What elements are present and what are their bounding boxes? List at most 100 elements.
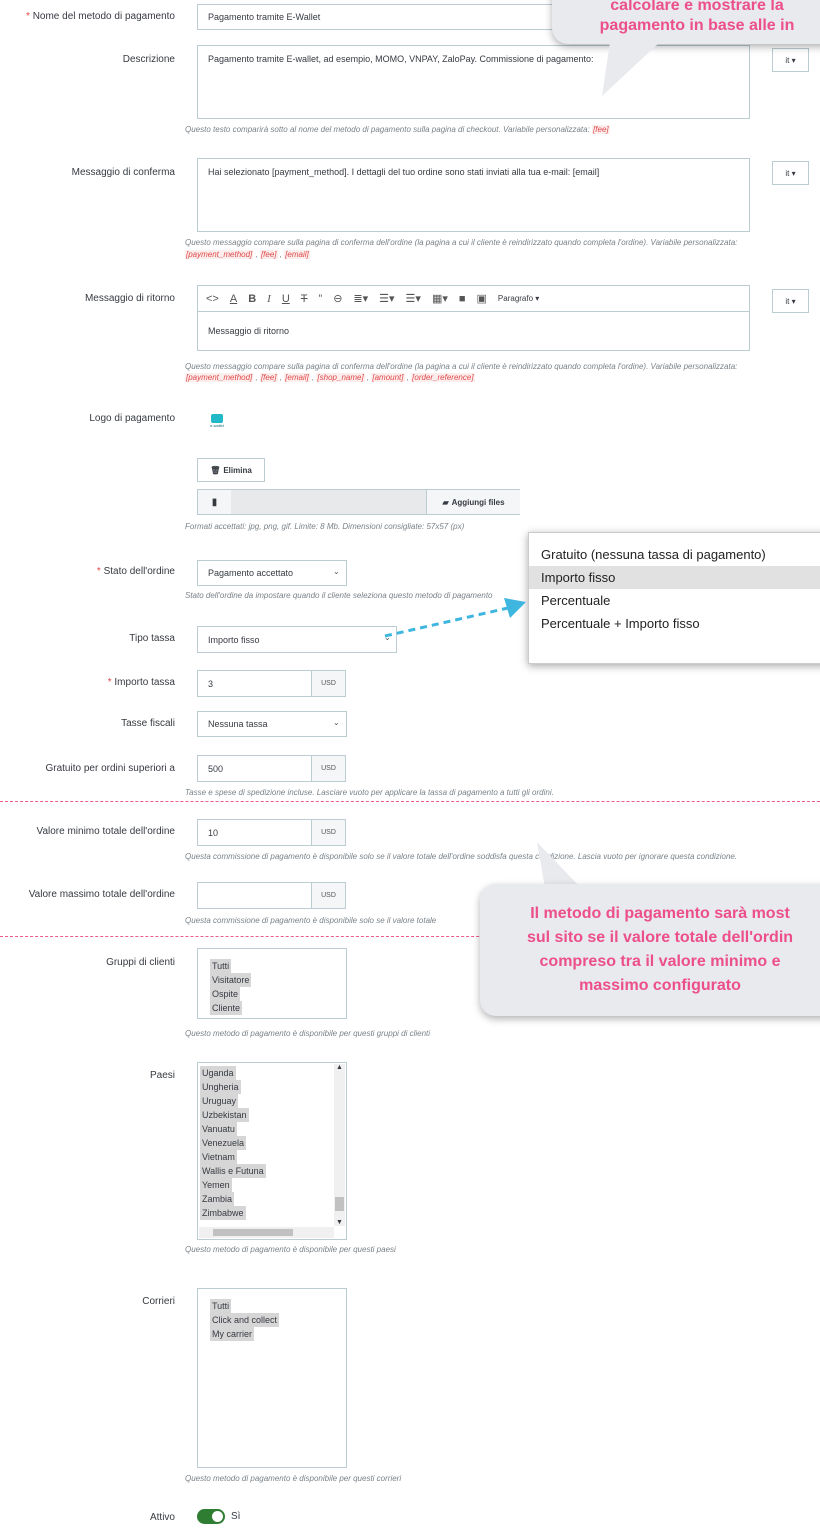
highlight-divider-top <box>0 801 820 802</box>
delete-logo-button[interactable]: 🗑 Elimina <box>197 458 265 482</box>
list-item[interactable]: Visitatore <box>210 973 252 987</box>
logo-label: Logo di pagamento <box>89 413 175 424</box>
list-item[interactable]: Uruguay <box>200 1094 239 1108</box>
list-item[interactable]: Venezuela <box>200 1136 247 1150</box>
fee-type-dropdown: Gratuito (nessuna tassa di pagamento) Im… <box>528 532 820 664</box>
description-help: Questo testo comparirà sotto al nome del… <box>185 125 610 134</box>
name-input[interactable]: Pagamento tramite E-Wallet <box>197 4 592 30</box>
payment-logo: e-wallet <box>209 414 225 430</box>
list-item[interactable]: Cliente <box>210 1001 243 1015</box>
image-icon[interactable]: ■ <box>459 293 466 305</box>
callout-bottom: Il metodo di pagamento sarà most sul sit… <box>480 884 820 1016</box>
carriers-list[interactable]: Tutti Click and collect My carrier <box>197 1288 347 1468</box>
table-icon[interactable]: ▦▾ <box>432 292 448 305</box>
list-item[interactable]: Vietnam <box>200 1150 237 1164</box>
italic-icon[interactable]: I <box>267 293 271 305</box>
min-total-help: Questa commissione di pagamento è dispon… <box>185 852 738 861</box>
fee-amount-input[interactable]: 3 <box>197 670 312 697</box>
bullet-list-icon[interactable]: ☰▾ <box>379 292 394 305</box>
tax-select[interactable]: Nessuna tassa <box>197 711 347 737</box>
min-total-label: Valore minimo totale dell'ordine <box>36 826 175 837</box>
horizontal-scrollbar[interactable] <box>199 1227 334 1238</box>
order-state-label: * Stato dell'ordine <box>96 566 175 577</box>
dropdown-option-selected[interactable]: Importo fisso <box>529 566 820 589</box>
active-value: Sì <box>231 1511 241 1522</box>
free-over-label: Gratuito per ordini superiori a <box>45 763 175 774</box>
list-item[interactable]: Uganda <box>200 1066 236 1080</box>
quote-icon[interactable]: ” <box>319 293 323 305</box>
bold-icon[interactable]: B <box>248 293 256 305</box>
return-help: Questo messaggio compare sulla pagina di… <box>185 362 738 371</box>
groups-help: Questo metodo di pagamento è disponibile… <box>185 1029 431 1038</box>
trash-icon: 🗑 <box>210 465 221 475</box>
free-over-unit: USD <box>312 755 346 782</box>
carriers-label: Corrieri <box>142 1296 175 1307</box>
fee-type-select[interactable]: Importo fisso <box>197 626 397 653</box>
order-state-chevron-icon: ⌄ <box>333 567 340 576</box>
callout-bottom-tail <box>537 842 581 888</box>
min-total-input[interactable]: 10 <box>197 819 312 846</box>
tax-chevron-icon: ⌄ <box>333 718 340 727</box>
free-over-help: Tasse e spese di spedizione incluse. Las… <box>185 788 554 797</box>
description-lang-button[interactable]: it ▾ <box>772 48 809 72</box>
dashed-arrow-icon <box>384 598 526 638</box>
text-color-icon[interactable]: A <box>230 293 237 305</box>
fee-amount-label: * Importo tassa <box>107 677 175 688</box>
callout-top: calcolare e mostrare la pagamento in bas… <box>552 0 820 44</box>
dropdown-option[interactable]: Gratuito (nessuna tassa di pagamento) <box>529 543 820 566</box>
return-lang-button[interactable]: it ▾ <box>772 289 809 313</box>
list-item[interactable]: My carrier <box>210 1327 254 1341</box>
confirmation-label: Messaggio di conferma <box>71 167 175 178</box>
align-icon[interactable]: ≣▾ <box>353 292 368 305</box>
ordered-list-icon[interactable]: ☰▾ <box>406 292 421 305</box>
return-editor[interactable]: Messaggio di ritorno <box>197 311 750 351</box>
scroll-thumb[interactable] <box>335 1197 344 1211</box>
max-total-label: Valore massimo totale dell'ordine <box>28 889 175 900</box>
free-over-input[interactable]: 500 <box>197 755 312 782</box>
list-item[interactable]: Uzbekistan <box>200 1108 249 1122</box>
list-item[interactable]: Vanuatu <box>200 1122 237 1136</box>
fee-type-label: Tipo tassa <box>129 633 175 644</box>
underline-icon[interactable]: U <box>282 293 290 305</box>
order-state-select[interactable]: Pagamento accettato <box>197 560 347 586</box>
confirmation-lang-button[interactable]: it ▾ <box>772 161 809 185</box>
list-item[interactable]: Tutti <box>210 1299 232 1313</box>
add-files-button[interactable]: ▰ Aggiungi files <box>426 490 520 514</box>
list-item[interactable]: Tutti <box>210 959 232 973</box>
countries-label: Paesi <box>149 1070 175 1081</box>
confirmation-textarea[interactable]: Hai selezionato [payment_method]. I dett… <box>197 158 750 232</box>
list-item[interactable]: Ungheria <box>200 1080 241 1094</box>
groups-list[interactable]: Tutti Visitatore Ospite Cliente <box>197 948 347 1019</box>
list-item[interactable]: Wallis e Futuna <box>200 1164 266 1178</box>
scroll-up-icon[interactable]: ▲ <box>334 1064 345 1071</box>
hscroll-thumb[interactable] <box>213 1229 293 1236</box>
countries-help: Questo metodo di pagamento è disponibile… <box>185 1245 396 1254</box>
callout-top-tail <box>602 42 660 96</box>
max-total-input[interactable] <box>197 882 312 909</box>
list-item[interactable]: Zambia <box>200 1192 235 1206</box>
countries-list[interactable]: Uganda Ungheria Uruguay Uzbekistan Vanua… <box>197 1062 347 1240</box>
dropdown-option[interactable]: Percentuale + Importo fisso <box>529 612 820 635</box>
name-label: * Nome del metodo di pagamento <box>26 11 175 22</box>
active-toggle[interactable] <box>197 1509 225 1524</box>
list-item[interactable]: Click and collect <box>210 1313 280 1327</box>
code-icon[interactable]: <> <box>206 293 219 305</box>
file-icon: ▮ <box>198 490 231 514</box>
tax-label: Tasse fiscali <box>121 718 175 729</box>
file-upload[interactable]: ▮ ▰ Aggiungi files <box>197 489 520 515</box>
list-item[interactable]: Yemen <box>200 1178 232 1192</box>
return-label: Messaggio di ritorno <box>84 293 175 304</box>
max-total-help: Questa commissione di pagamento è dispon… <box>185 916 437 925</box>
list-item[interactable]: Ospite <box>210 987 241 1001</box>
vertical-scrollbar[interactable]: ▲ ▼ <box>334 1064 345 1226</box>
strikethrough-icon[interactable]: T <box>301 293 308 305</box>
folder-icon: ▰ <box>442 497 449 507</box>
dropdown-option[interactable]: Percentuale <box>529 589 820 612</box>
list-item[interactable]: Zimbabwe <box>200 1206 246 1220</box>
scroll-down-icon[interactable]: ▼ <box>334 1219 345 1226</box>
link-icon[interactable]: ⊖ <box>333 292 342 305</box>
video-icon[interactable]: ▣ <box>477 292 487 305</box>
max-total-unit: USD <box>312 882 346 909</box>
confirmation-help: Questo messaggio compare sulla pagina di… <box>185 238 738 247</box>
paragraph-dropdown[interactable]: Paragrafo ▾ <box>498 294 539 303</box>
